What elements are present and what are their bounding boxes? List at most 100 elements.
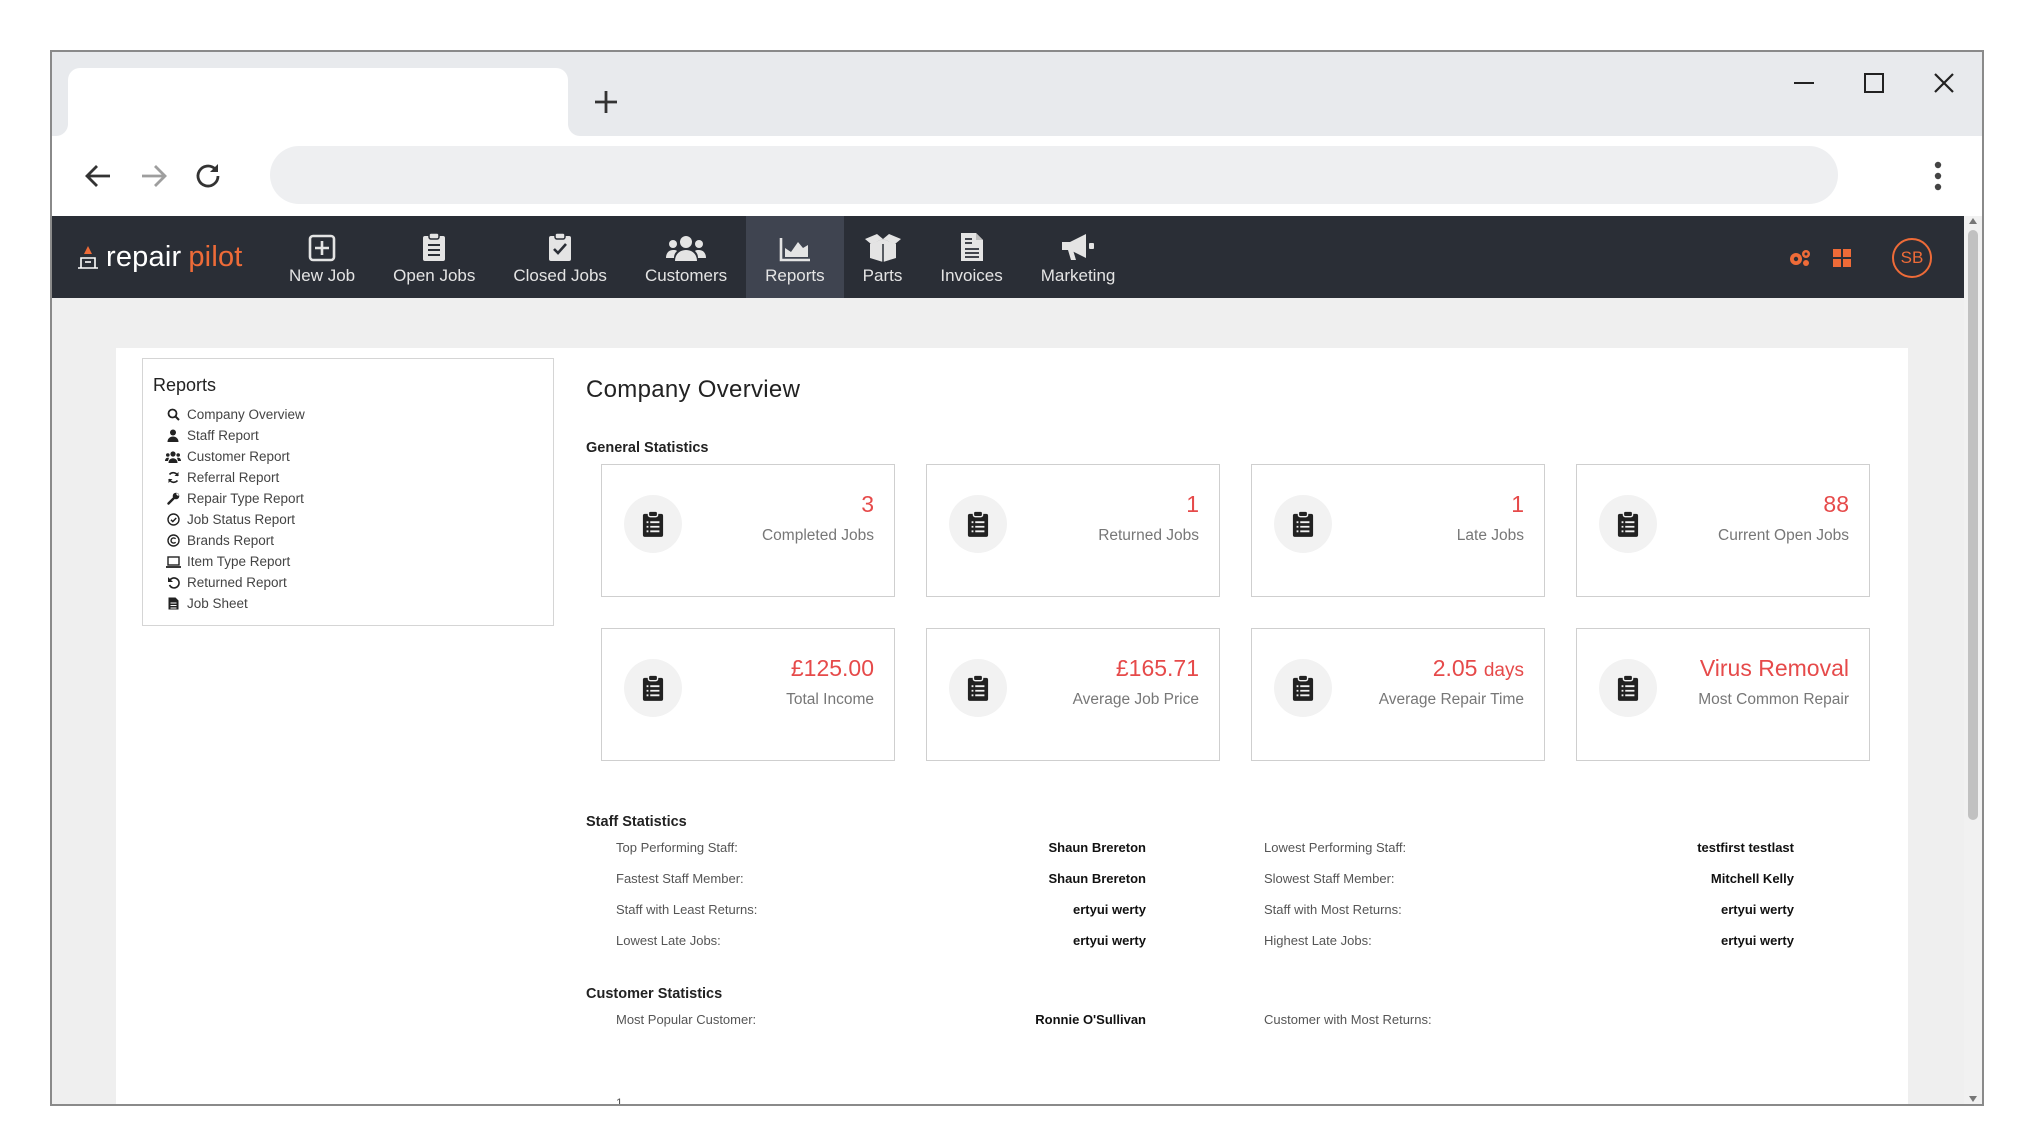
grid-icon: [1833, 249, 1851, 267]
customer-stat-row: Most Popular Customer: Ronnie O'Sullivan…: [586, 1012, 1886, 1032]
nav-customers[interactable]: Customers: [626, 216, 746, 298]
nav-label: Reports: [765, 266, 825, 285]
stat-label: Completed Jobs: [761, 527, 874, 544]
page-scrollbar[interactable]: [1964, 216, 1982, 1104]
stat-row-label: Highest Late Jobs:: [1264, 933, 1372, 948]
sidebar-item-label: Returned Report: [187, 575, 287, 590]
file-invoice-icon: [960, 233, 983, 261]
maximize-icon: [1864, 73, 1884, 93]
staff-statistics-title: Staff Statistics: [586, 814, 687, 830]
back-button[interactable]: [72, 150, 124, 202]
users-icon: [165, 450, 181, 463]
content-panel: Reports Company Overview Staff Report Cu…: [116, 348, 1908, 1104]
clipboard-check-icon: [549, 232, 572, 261]
sidebar-item-repair-type-report[interactable]: Repair Type Report: [153, 488, 543, 509]
sidebar-item-label: Referral Report: [187, 470, 280, 485]
sidebar-item-returned-report[interactable]: Returned Report: [153, 572, 543, 593]
stat-value: 1: [1186, 491, 1199, 517]
stat-row-label: Staff with Least Returns:: [616, 902, 758, 917]
stat-unit: days: [1483, 660, 1524, 681]
scroll-down-arrow-icon[interactable]: [1969, 1096, 1977, 1102]
stat-row-label: Staff with Most Returns:: [1264, 902, 1402, 917]
stat-row-value: Shaun Brereton: [1048, 871, 1146, 886]
nav-parts[interactable]: Parts: [844, 216, 922, 298]
user-avatar[interactable]: SB: [1892, 238, 1932, 278]
cogs-icon: [1790, 250, 1810, 266]
stat-row-value: ertyui werty: [1721, 933, 1794, 948]
stat-value: 88: [1823, 491, 1849, 517]
nav-label: Closed Jobs: [513, 266, 607, 285]
forward-button[interactable]: [128, 150, 180, 202]
app-navbar: repair pilot New Job Open Jobs Closed Job…: [52, 216, 1964, 298]
apps-grid-button[interactable]: [1830, 246, 1854, 270]
browser-tab[interactable]: [68, 68, 568, 136]
nav-label: Open Jobs: [393, 266, 476, 285]
sidebar-item-company-overview[interactable]: Company Overview: [153, 404, 543, 425]
sidebar-item-staff-report[interactable]: Staff Report: [153, 425, 543, 446]
stat-row-value: testfirst testlast: [1697, 840, 1794, 855]
sidebar-item-referral-report[interactable]: Referral Report: [153, 467, 543, 488]
stat-row-label: Top Performing Staff:: [616, 840, 738, 855]
more-vertical-icon: [1934, 161, 1942, 191]
stat-label: Average Job Price: [1072, 691, 1199, 708]
minimize-button[interactable]: [1772, 62, 1836, 104]
stat-label: Returned Jobs: [1098, 527, 1199, 544]
file-icon: [168, 597, 178, 610]
users-icon: [666, 236, 707, 261]
stat-card-most-common-repair: Virus Removal Most Common Repair: [1576, 628, 1870, 761]
reload-button[interactable]: [182, 150, 234, 202]
sidebar-item-job-status-report[interactable]: Job Status Report: [153, 509, 543, 530]
stat-row-value: Shaun Brereton: [1048, 840, 1146, 855]
nav-new-job[interactable]: New Job: [270, 216, 374, 298]
copyright-icon: [166, 534, 180, 547]
nav-open-jobs[interactable]: Open Jobs: [374, 216, 494, 298]
scroll-up-arrow-icon[interactable]: [1969, 218, 1977, 224]
browser-menu-button[interactable]: [1918, 150, 1958, 202]
stat-row-value: ertyui werty: [1073, 902, 1146, 917]
nav-label: Invoices: [940, 266, 1003, 285]
maximize-button[interactable]: [1842, 62, 1906, 104]
clipboard-list-icon: [967, 674, 989, 701]
scrollbar-thumb[interactable]: [1968, 230, 1978, 820]
clipboard-list-icon: [1617, 674, 1639, 701]
sidebar-item-job-sheet[interactable]: Job Sheet: [153, 593, 543, 614]
stat-row-value: Ronnie O'Sullivan: [1035, 1012, 1146, 1027]
undo-icon: [167, 577, 180, 589]
settings-button[interactable]: [1788, 246, 1812, 270]
tab-strip: [52, 52, 1982, 136]
staff-stat-row: Top Performing Staff: Shaun Brereton Low…: [586, 840, 1886, 860]
box-open-icon: [864, 234, 901, 262]
nav-closed-jobs[interactable]: Closed Jobs: [494, 216, 626, 298]
stat-row-label: Lowest Late Jobs:: [616, 933, 721, 948]
area-chart-icon: [779, 238, 810, 262]
check-circle-icon: [166, 513, 180, 526]
user-initials: SB: [1900, 248, 1924, 267]
general-statistics-title: General Statistics: [586, 440, 709, 456]
brand-name-second: pilot: [188, 240, 243, 273]
stat-card-returned-jobs: 1 Returned Jobs: [926, 464, 1220, 597]
nav-marketing[interactable]: Marketing: [1022, 216, 1135, 298]
sidebar-item-label: Brands Report: [187, 533, 275, 548]
chart-tick-label: 1: [616, 1096, 623, 1104]
address-bar[interactable]: [270, 146, 1838, 204]
clipboard-list-icon: [1617, 510, 1639, 537]
stat-value: Virus Removal: [1699, 655, 1849, 681]
sidebar-item-brands-report[interactable]: Brands Report: [153, 530, 543, 551]
wrench-icon: [166, 492, 179, 505]
stat-label: Late Jobs: [1456, 527, 1524, 544]
close-window-button[interactable]: [1912, 62, 1976, 104]
reports-sidebar: Reports Company Overview Staff Report Cu…: [142, 358, 554, 626]
sidebar-item-label: Staff Report: [187, 428, 259, 443]
new-tab-button[interactable]: [580, 76, 632, 128]
sidebar-item-item-type-report[interactable]: Item Type Report: [153, 551, 543, 572]
stat-row-label: Fastest Staff Member:: [616, 871, 744, 886]
sidebar-item-label: Job Sheet: [187, 596, 248, 611]
sidebar-item-customer-report[interactable]: Customer Report: [153, 446, 543, 467]
nav-invoices[interactable]: Invoices: [921, 216, 1021, 298]
customer-statistics-title: Customer Statistics: [586, 986, 723, 1002]
stat-row-label: Customer with Most Returns:: [1264, 1012, 1432, 1027]
brand-logo[interactable]: repair pilot: [76, 238, 243, 276]
close-icon: [1934, 73, 1954, 93]
stat-row-value: ertyui werty: [1073, 933, 1146, 948]
nav-reports[interactable]: Reports: [746, 216, 844, 298]
